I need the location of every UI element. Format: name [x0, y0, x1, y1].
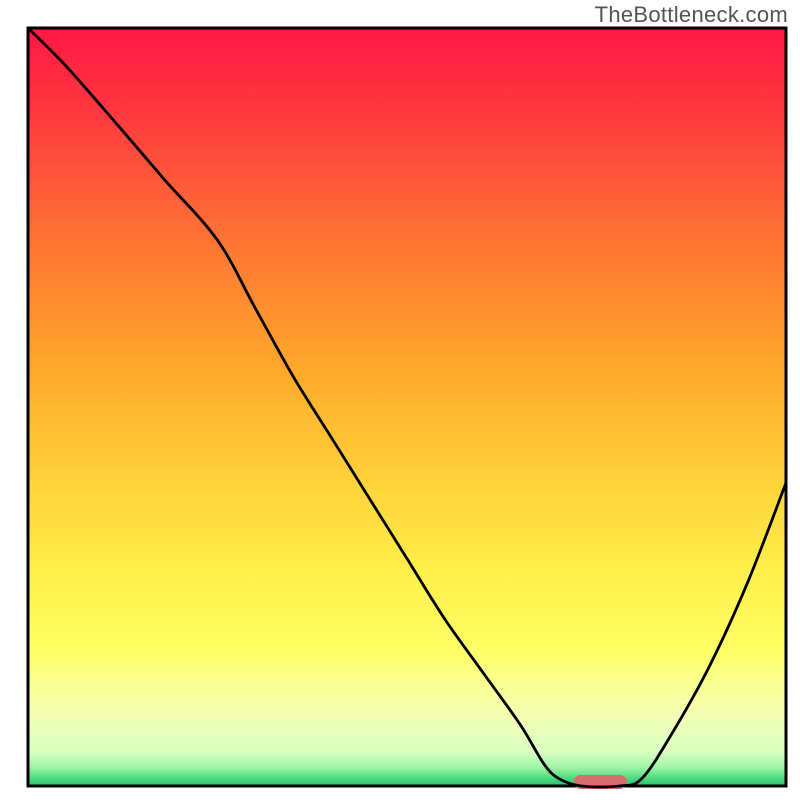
watermark-text: TheBottleneck.com [595, 2, 788, 28]
bottleneck-chart [0, 0, 800, 800]
chart-container: TheBottleneck.com [0, 0, 800, 800]
plot-background [28, 28, 786, 786]
